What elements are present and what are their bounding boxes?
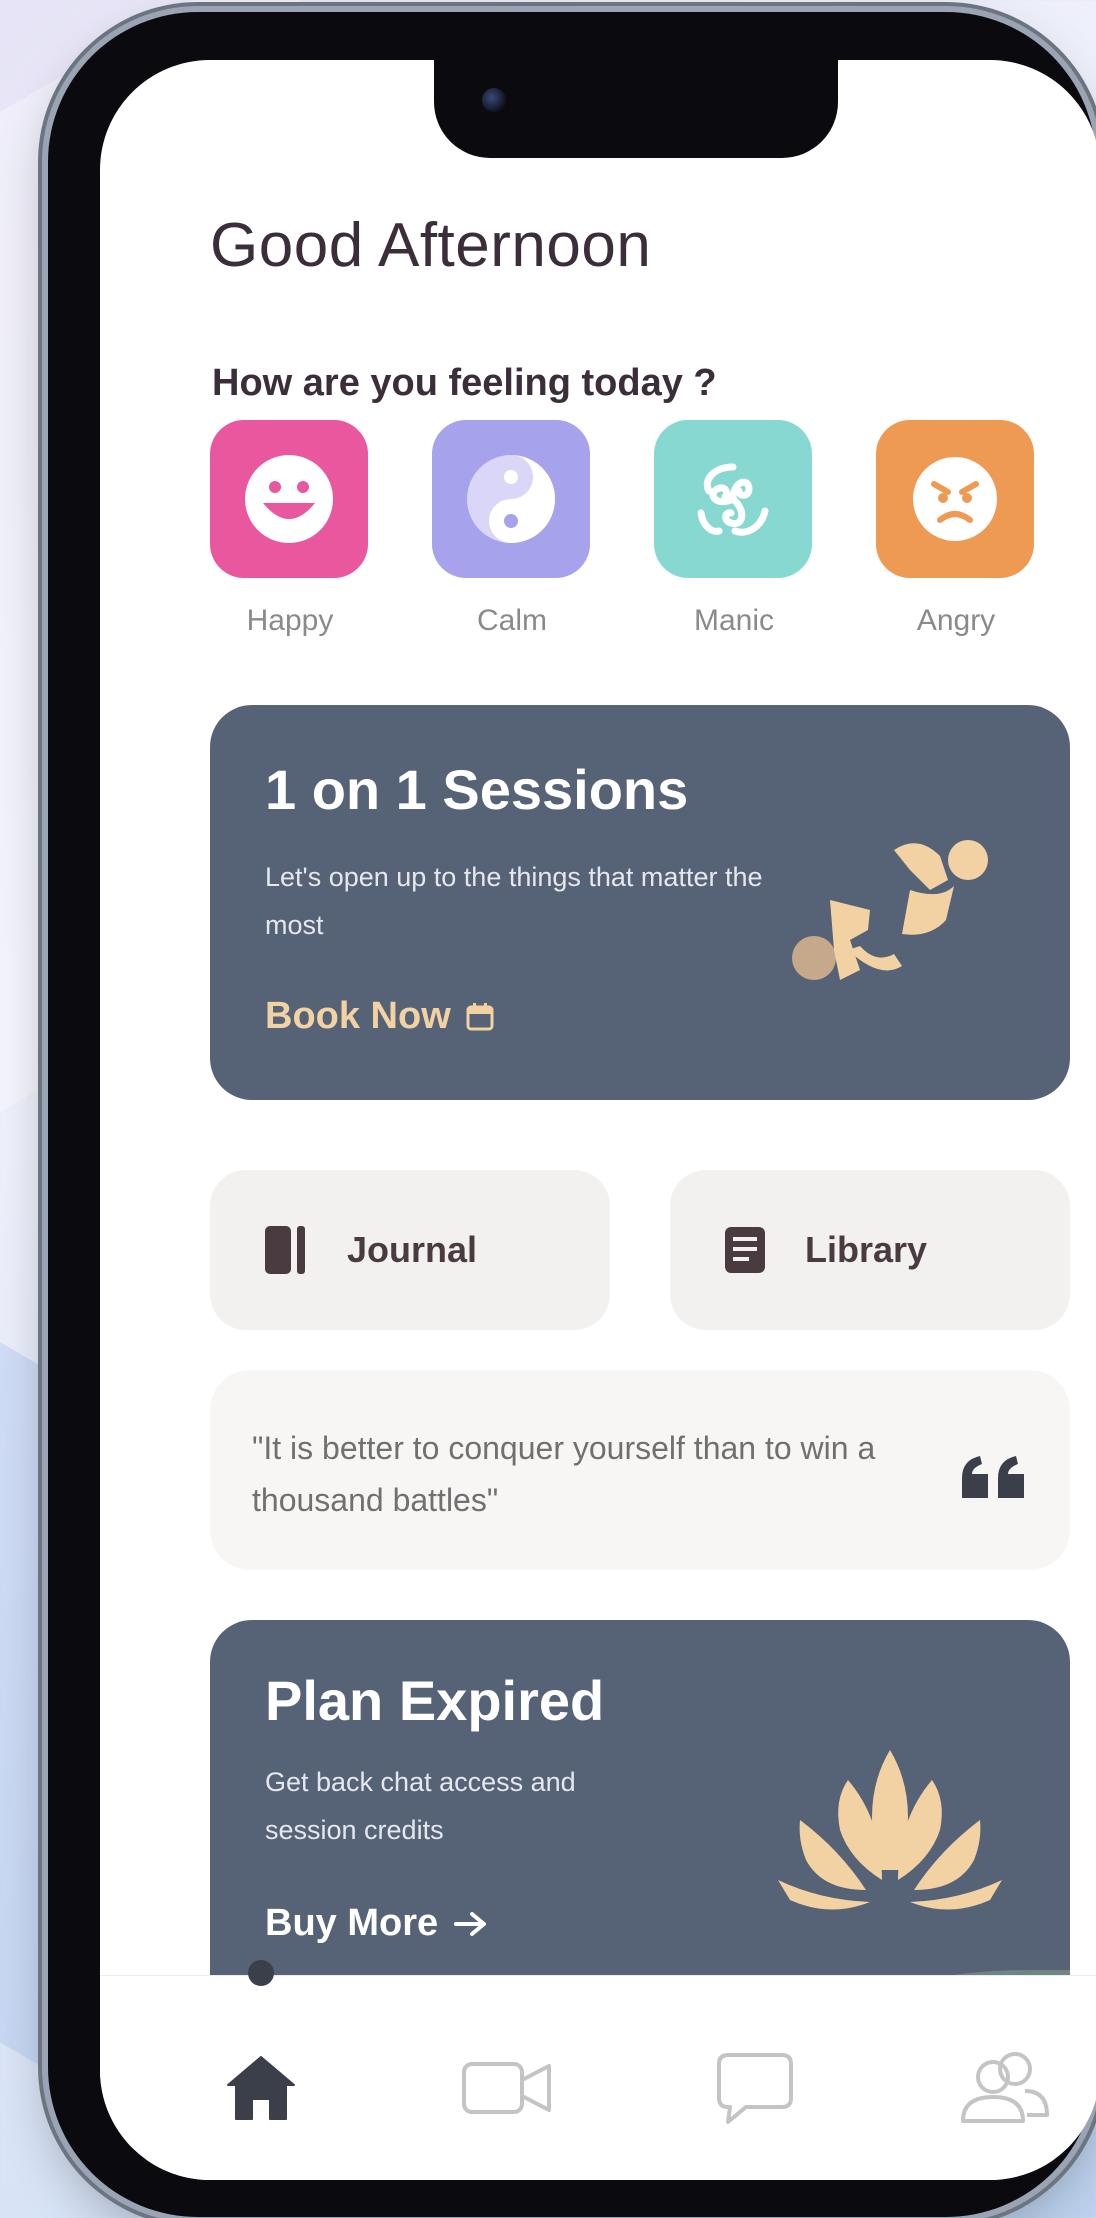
front-camera	[482, 88, 506, 112]
buy-more-label: Buy More	[265, 1902, 439, 1944]
library-label: Library	[805, 1229, 928, 1270]
app-screen: Good Afternoon How are you feeling today…	[100, 60, 1096, 2180]
mood-happy[interactable]: Happy	[210, 420, 370, 638]
mood-angry[interactable]: Angry	[876, 420, 1036, 638]
nav-community[interactable]	[950, 2038, 1060, 2138]
angry-face-icon	[876, 420, 1034, 578]
mood-calm[interactable]: Calm	[432, 420, 592, 638]
home-icon	[227, 2056, 295, 2120]
smile-icon	[210, 420, 368, 578]
mood-prompt: How are you feeling today ?	[212, 362, 717, 404]
calendar-icon	[466, 1002, 494, 1030]
active-indicator	[248, 1960, 274, 1986]
quote-icon	[962, 1456, 1024, 1498]
lotus-illustration	[778, 1750, 1002, 1910]
mood-selector: Happy Calm Manic Angry	[210, 420, 1096, 637]
plan-title: Plan Expired	[265, 1669, 605, 1732]
mood-manic[interactable]: Manic	[654, 420, 814, 638]
bottom-navigation	[100, 1960, 1096, 2180]
mood-label: Happy	[246, 604, 334, 637]
quote-text: "It is better to conquer yourself than t…	[252, 1430, 876, 1518]
sessions-title: 1 on 1 Sessions	[265, 758, 689, 821]
yin-yang-icon	[432, 420, 590, 578]
mood-label: Manic	[693, 604, 775, 637]
buy-more-button[interactable]: Buy More	[265, 1902, 488, 1945]
journal-label: Journal	[347, 1229, 478, 1270]
book-now-label: Book Now	[265, 995, 451, 1037]
arrow-right-icon	[454, 1911, 487, 1936]
phone-notch	[434, 60, 838, 158]
nav-chat[interactable]	[700, 2038, 810, 2138]
library-icon	[725, 1227, 765, 1273]
yoga-figures-illustration	[792, 840, 988, 980]
library-tile[interactable]: Library	[670, 1170, 1070, 1330]
chat-bubble-icon	[717, 2053, 793, 2124]
video-camera-icon	[462, 2062, 551, 2114]
nav-home[interactable]	[206, 2038, 316, 2138]
sessions-subtitle: Let's open up to the things that matter …	[265, 862, 763, 940]
users-icon	[961, 2052, 1049, 2123]
nav-video[interactable]	[452, 2038, 562, 2138]
greeting-title: Good Afternoon	[210, 211, 652, 280]
plan-subtitle: Get back chat access and session credits	[265, 1767, 576, 1845]
mood-label: Calm	[476, 604, 547, 637]
quote-card: "It is better to conquer yourself than t…	[210, 1370, 1070, 1570]
journal-icon	[265, 1226, 305, 1274]
sessions-card[interactable]: 1 on 1 Sessions Let's open up to the thi…	[210, 705, 1070, 1100]
mood-label: Angry	[916, 604, 996, 637]
phone-frame: Good Afternoon How are you feeling today…	[48, 12, 1096, 2217]
triskelion-icon	[654, 420, 812, 578]
journal-tile[interactable]: Journal	[210, 1170, 610, 1330]
book-now-button[interactable]: Book Now	[265, 995, 495, 1038]
